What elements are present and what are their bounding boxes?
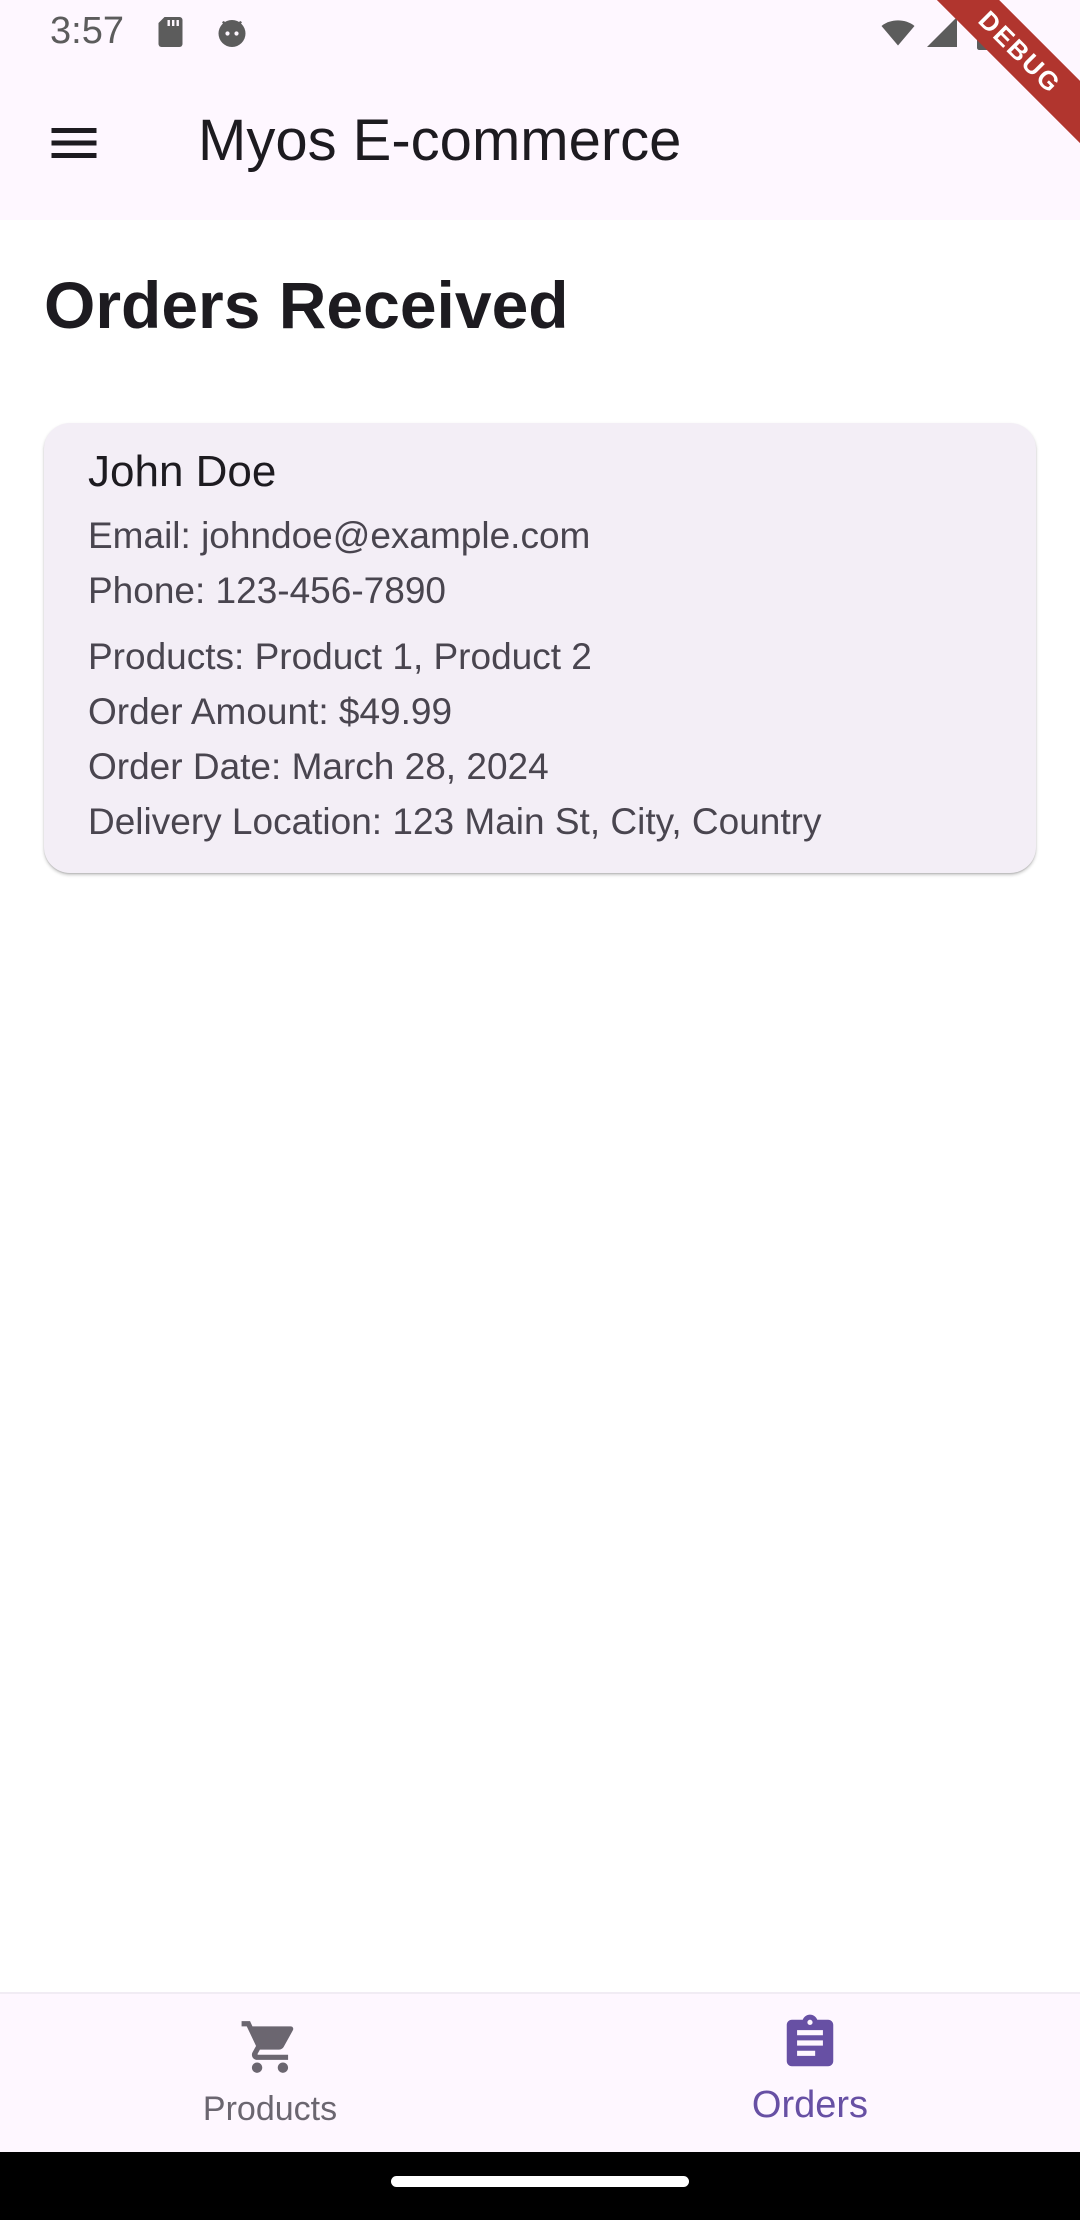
app-title: Myos E-commerce [198,108,682,173]
page-title: Orders Received [44,268,569,342]
customer-name: John Doe [88,447,277,496]
nav-item-products[interactable]: Products [0,1994,540,2154]
screen: 3:57 DEBUG Myos E-commerce Orders Receiv… [0,0,1080,2220]
home-indicator[interactable] [391,2176,689,2187]
nav-label-orders: Orders [751,2084,869,2126]
order-products: Products: Product 1, Product 2 [88,636,592,677]
order-delivery-location: Delivery Location: 123 Main St, City, Co… [88,801,822,842]
order-card[interactable]: John Doe Email: johndoe@example.com Phon… [44,423,1036,873]
shopping-cart-icon [239,2016,301,2078]
status-time: 3:57 [50,10,124,52]
order-date: Order Date: March 28, 2024 [88,746,549,787]
status-bar: 3:57 [0,0,1080,66]
clipboard-icon [779,2012,841,2074]
order-amount: Order Amount: $49.99 [88,691,453,732]
wifi-icon [880,14,916,50]
cellular-signal-icon [924,14,960,50]
nav-label-products: Products [202,2090,338,2128]
nav-item-orders[interactable]: Orders [540,1994,1080,2154]
bottom-navigation: Products Orders [0,1992,1080,2154]
sd-card-icon [154,14,190,50]
system-navigation-bar [0,2152,1080,2220]
order-phone: Phone: 123-456-7890 [88,570,446,611]
android-face-icon [214,14,250,50]
menu-icon[interactable] [44,113,104,173]
order-email: Email: johndoe@example.com [88,515,591,556]
app-bar: Myos E-commerce [0,66,1080,220]
